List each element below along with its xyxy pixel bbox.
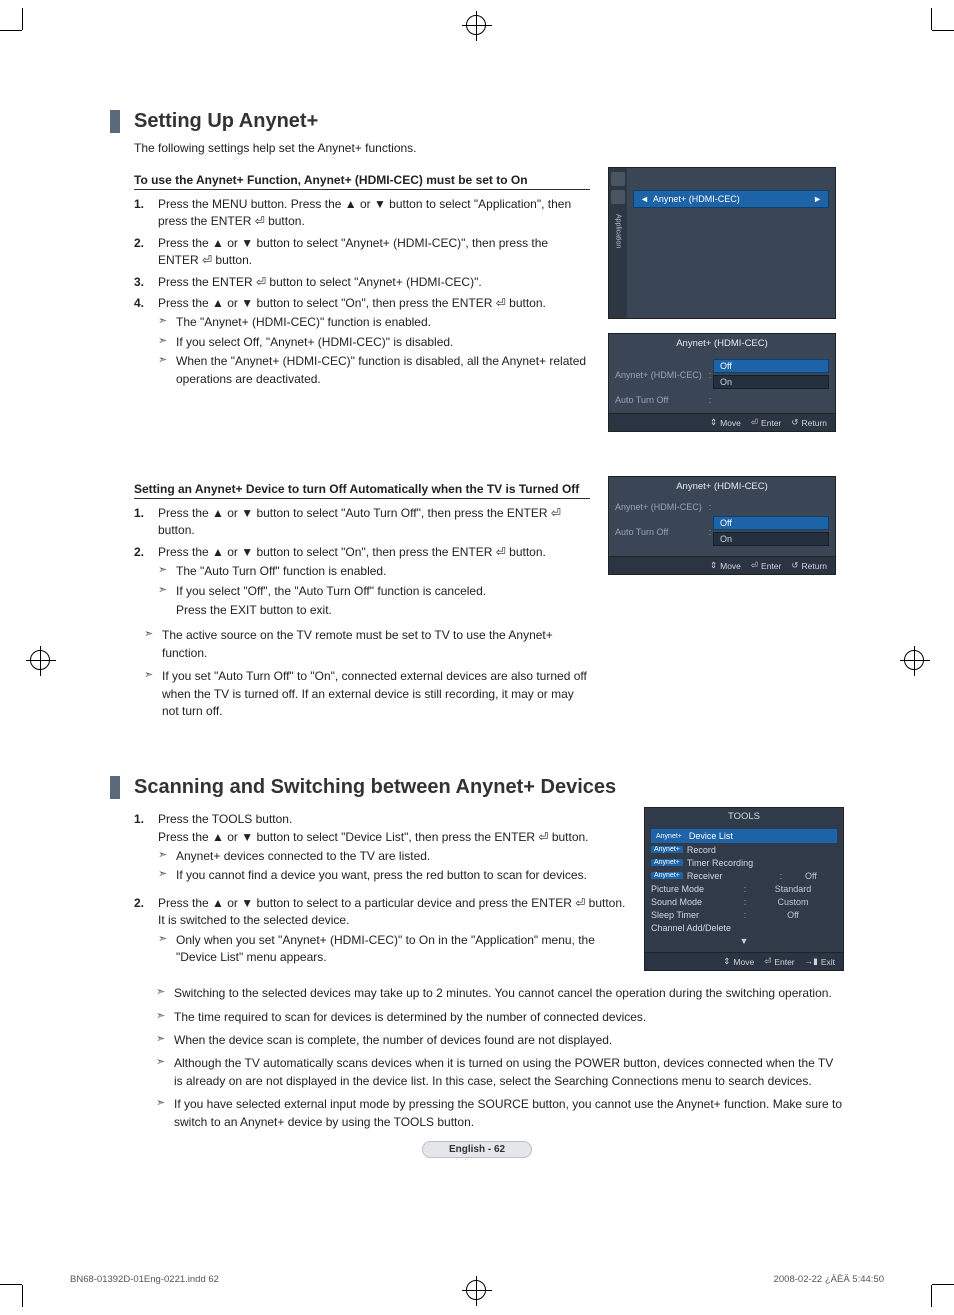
tools-item[interactable]: Picture Mode:Standard <box>651 882 837 895</box>
step-text: Press the TOOLS button. <box>158 812 292 826</box>
subheading: Setting an Anynet+ Device to turn Off Au… <box>134 482 590 499</box>
subheading: To use the Anynet+ Function, Anynet+ (HD… <box>134 173 590 190</box>
hint-enter: ⏎ Enter <box>751 560 781 571</box>
scroll-down-icon: ▼ <box>651 934 837 948</box>
hint-return: ↺ Return <box>791 560 827 571</box>
footer-timestamp: 2008-02-22 ¿ÀÈÄ 5:44:50 <box>774 1274 884 1285</box>
step-number: 2. <box>134 235 148 270</box>
tools-item[interactable]: Channel Add/Delete <box>651 921 837 934</box>
menu-item-selected[interactable]: ◄ Anynet+ (HDMI-CEC) ► <box>633 190 829 208</box>
step-number: 1. <box>134 811 148 885</box>
sub-bullet: If you select "Off", the "Auto Turn Off"… <box>158 583 590 600</box>
step-number: 1. <box>134 196 148 231</box>
hint-enter: ⏎ Enter <box>764 956 794 967</box>
panel-title: Anynet+ (HDMI-CEC) <box>609 477 835 496</box>
hint-move: ⇕ Move <box>723 956 754 967</box>
registration-mark-icon <box>904 650 924 670</box>
sidebar-icon <box>611 190 625 204</box>
panel-title: TOOLS <box>645 808 843 825</box>
step-number: 4. <box>134 295 148 388</box>
intro-text: The following settings help set the Anyn… <box>134 141 844 155</box>
menu-option-selected[interactable]: Off <box>713 359 829 373</box>
menu-option[interactable]: On <box>713 532 829 546</box>
hint-move: ⇕ Move <box>710 417 741 428</box>
section-title: Scanning and Switching between Anynet+ D… <box>110 776 844 799</box>
hint-enter: ⏎ Enter <box>751 417 781 428</box>
section-title: Setting Up Anynet+ <box>110 110 844 133</box>
step-list: 1. Press the TOOLS button. Press the ▲ o… <box>110 811 626 966</box>
print-footer: BN68-01392D-01Eng-0221.indd 62 2008-02-2… <box>70 1274 884 1285</box>
osd-panel-cec: Anynet+ (HDMI-CEC) Anynet+ (HDMI-CEC) : … <box>608 333 836 432</box>
step-text: Press the ▲ or ▼ button to select "On", … <box>158 296 546 310</box>
panel-title: Anynet+ (HDMI-CEC) <box>609 334 835 353</box>
note-item: Switching to the selected devices may ta… <box>156 985 844 1002</box>
sub-bullet: The "Anynet+ (HDMI-CEC)" function is ena… <box>158 314 590 331</box>
menu-option-selected[interactable]: Off <box>713 516 829 530</box>
note-item: The active source on the TV remote must … <box>144 627 590 662</box>
note-item: If you have selected external input mode… <box>156 1096 844 1131</box>
tools-item[interactable]: Anynet+Receiver:Off <box>651 869 837 882</box>
step-number: 2. <box>134 895 148 967</box>
menu-key: Auto Turn Off <box>615 527 707 537</box>
menu-option[interactable]: On <box>713 375 829 389</box>
step-text: Press the ▲ or ▼ button to select to a p… <box>158 896 625 927</box>
menu-key: Anynet+ (HDMI-CEC) <box>615 502 707 512</box>
step-number: 1. <box>134 505 148 540</box>
footer-file: BN68-01392D-01Eng-0221.indd 62 <box>70 1274 219 1285</box>
note-list: Switching to the selected devices may ta… <box>110 985 844 1131</box>
osd-panel-tools: TOOLS Anynet+Device List Anynet+Record A… <box>644 807 844 971</box>
page-number: English - 62 <box>422 1141 532 1158</box>
osd-panel-cec: Anynet+ (HDMI-CEC) Anynet+ (HDMI-CEC) : … <box>608 476 836 575</box>
registration-mark-icon <box>30 650 50 670</box>
step-list: 1. Press the MENU button. Press the ▲ or … <box>110 196 590 388</box>
sub-bullet: If you cannot find a device you want, pr… <box>158 867 626 884</box>
hint-exit: →▮ Exit <box>805 956 835 967</box>
tools-item-selected[interactable]: Anynet+Device List <box>651 829 837 843</box>
step-text: Press the ENTER ⏎ button to select "Anyn… <box>158 274 590 291</box>
menu-key: Anynet+ (HDMI-CEC) <box>615 370 707 380</box>
step-list: 1. Press the ▲ or ▼ button to select "Aut… <box>110 505 590 619</box>
step-text: Press the ▲ or ▼ button to select "On", … <box>158 545 546 559</box>
step-text: Press the ▲ or ▼ button to select "Auto … <box>158 505 590 540</box>
step-text: Press the ▲ or ▼ button to select "Devic… <box>158 830 589 844</box>
step-text: Press the MENU button. Press the ▲ or ▼ … <box>158 196 590 231</box>
sub-text: Press the EXIT button to exit. <box>158 602 590 619</box>
note-item: If you set "Auto Turn Off" to "On", conn… <box>144 668 590 720</box>
step-number: 2. <box>134 544 148 620</box>
sub-bullet: If you select Off, "Anynet+ (HDMI-CEC)" … <box>158 334 590 351</box>
sub-bullet: When the "Anynet+ (HDMI-CEC)" function i… <box>158 353 590 388</box>
step-number: 3. <box>134 274 148 291</box>
note-list: The active source on the TV remote must … <box>110 627 590 720</box>
hint-return: ↺ Return <box>791 417 827 428</box>
tools-item[interactable]: Sound Mode:Custom <box>651 895 837 908</box>
hint-move: ⇕ Move <box>710 560 741 571</box>
sub-bullet: The "Auto Turn Off" function is enabled. <box>158 563 590 580</box>
tools-item[interactable]: Anynet+Record <box>651 843 837 856</box>
note-item: The time required to scan for devices is… <box>156 1009 844 1026</box>
menu-key: Auto Turn Off <box>615 395 707 405</box>
step-text: Press the ▲ or ▼ button to select "Anyne… <box>158 235 590 270</box>
note-item: When the device scan is complete, the nu… <box>156 1032 844 1049</box>
sidebar-icon <box>611 172 625 186</box>
tools-item[interactable]: Sleep Timer:Off <box>651 908 837 921</box>
osd-panel-application: Application ◄ Anynet+ (HDMI-CEC) ► <box>608 167 836 319</box>
sub-bullet: Anynet+ devices connected to the TV are … <box>158 848 626 865</box>
sub-bullet: Only when you set "Anynet+ (HDMI-CEC)" t… <box>158 932 626 967</box>
registration-mark-icon <box>466 15 486 35</box>
tools-item[interactable]: Anynet+Timer Recording <box>651 856 837 869</box>
note-item: Although the TV automatically scans devi… <box>156 1055 844 1090</box>
sidebar-label: Application <box>615 214 622 248</box>
